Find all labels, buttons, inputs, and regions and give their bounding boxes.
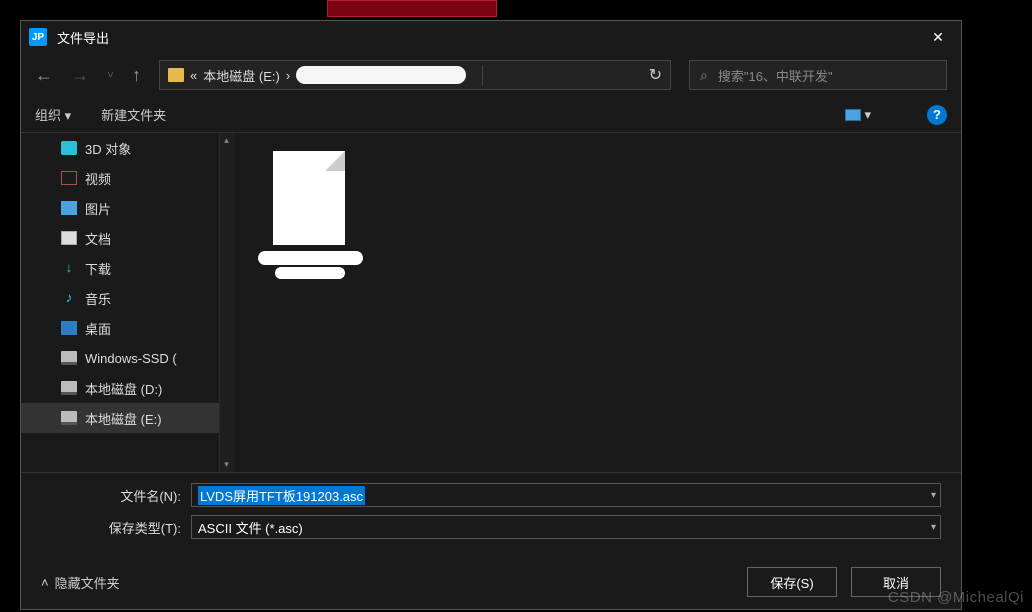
folder-icon — [168, 68, 184, 82]
sidebar-item-pictures[interactable]: 图片 — [21, 193, 234, 223]
organize-button[interactable]: 组织 ▾ — [35, 105, 71, 124]
help-button[interactable]: ? — [927, 105, 947, 125]
nav-back-button[interactable]: ← — [35, 65, 53, 86]
nav-forward-button[interactable]: → — [71, 65, 89, 86]
nav-bar: ← → ˅ ↑ « 本地磁盘 (E:) › ↻ ⌕ 搜索"16、中联开发" — [21, 53, 961, 97]
file-export-dialog: JP 文件导出 ✕ ← → ˅ ↑ « 本地磁盘 (E:) › ↻ ⌕ 搜索"1… — [20, 20, 962, 610]
sidebar-scrollbar[interactable] — [219, 133, 234, 472]
sidebar-item-downloads[interactable]: ↓ 下载 — [21, 253, 234, 283]
picture-icon — [61, 201, 77, 215]
close-button[interactable]: ✕ — [915, 21, 961, 53]
disk-icon — [61, 351, 77, 365]
body-area: ▴ ▾ 3D 对象 视频 图片 文档 ↓ 下载 — [21, 133, 961, 472]
dialog-title: 文件导出 — [57, 28, 109, 47]
download-icon: ↓ — [61, 261, 77, 275]
sidebar-item-label: 视频 — [85, 169, 111, 188]
filetype-select[interactable]: ASCII 文件 (*.asc) ▾ — [191, 515, 941, 539]
sidebar-item-disk-e[interactable]: 本地磁盘 (E:) — [21, 403, 234, 433]
sidebar-item-label: 本地磁盘 (D:) — [85, 379, 162, 398]
file-icon — [273, 151, 345, 245]
sidebar: ▴ ▾ 3D 对象 视频 图片 文档 ↓ 下载 — [21, 133, 234, 472]
background-strip — [327, 0, 497, 17]
sidebar-item-label: 3D 对象 — [85, 139, 131, 158]
sidebar-item-3d-objects[interactable]: 3D 对象 — [21, 133, 234, 163]
sidebar-item-label: 文档 — [85, 229, 111, 248]
filename-input[interactable]: LVDS屏用TFT板191203.asc ▾ — [191, 483, 941, 507]
desktop-icon — [61, 321, 77, 335]
sidebar-item-label: 图片 — [85, 199, 111, 218]
footer: ˄ 隐藏文件夹 保存(S) 取消 — [21, 555, 961, 609]
chevron-up-icon: ˄ — [41, 575, 49, 590]
sidebar-item-label: 音乐 — [85, 289, 111, 308]
sidebar-item-disk-d[interactable]: 本地磁盘 (D:) — [21, 373, 234, 403]
new-folder-button[interactable]: 新建文件夹 — [101, 105, 166, 124]
sidebar-scroll-up[interactable]: ▴ — [219, 133, 234, 148]
toolbar: 组织 ▾ 新建文件夹 ▾ ? — [21, 97, 961, 133]
chevron-down-icon[interactable]: ▾ — [931, 490, 936, 501]
file-item[interactable]: LV — [254, 151, 364, 267]
music-icon: ♪ — [61, 291, 77, 305]
cube-icon — [61, 141, 77, 155]
filetype-row: 保存类型(T): ASCII 文件 (*.asc) ▾ — [41, 515, 941, 539]
nav-recent-button[interactable]: ˅ — [107, 68, 114, 82]
file-label: LV — [254, 251, 364, 267]
path-redacted — [296, 66, 466, 84]
view-mode-button[interactable]: ▾ — [845, 107, 871, 123]
sidebar-item-label: 本地磁盘 (E:) — [85, 409, 162, 428]
disk-icon — [61, 411, 77, 425]
search-box[interactable]: ⌕ 搜索"16、中联开发" — [689, 60, 947, 90]
sidebar-item-windows-ssd[interactable]: Windows-SSD ( — [21, 343, 234, 373]
sidebar-item-label: Windows-SSD ( — [85, 351, 177, 366]
titlebar: JP 文件导出 ✕ — [21, 21, 961, 53]
refresh-button[interactable]: ↻ — [649, 65, 662, 85]
sidebar-item-label: 桌面 — [85, 319, 111, 338]
disk-icon — [61, 381, 77, 395]
save-button[interactable]: 保存(S) — [747, 567, 837, 597]
filetype-label: 保存类型(T): — [41, 518, 191, 537]
picture-icon — [845, 109, 861, 121]
chevron-down-icon[interactable]: ▾ — [931, 522, 936, 533]
path-segment-1[interactable]: 本地磁盘 (E:) — [203, 66, 280, 85]
document-icon — [61, 231, 77, 245]
file-list-area[interactable]: LV — [234, 133, 961, 472]
path-prefix: « — [190, 68, 197, 83]
form-area: 文件名(N): LVDS屏用TFT板191203.asc ▾ 保存类型(T): … — [21, 472, 961, 555]
search-placeholder: 搜索"16、中联开发" — [718, 66, 833, 85]
sidebar-item-documents[interactable]: 文档 — [21, 223, 234, 253]
app-icon: JP — [29, 28, 47, 46]
filename-row: 文件名(N): LVDS屏用TFT板191203.asc ▾ — [41, 483, 941, 507]
sidebar-scroll-down[interactable]: ▾ — [219, 457, 234, 472]
hide-folders-link[interactable]: ˄ 隐藏文件夹 — [41, 573, 120, 592]
sidebar-item-desktop[interactable]: 桌面 — [21, 313, 234, 343]
filename-label: 文件名(N): — [41, 486, 191, 505]
search-icon: ⌕ — [700, 67, 708, 84]
sidebar-item-music[interactable]: ♪ 音乐 — [21, 283, 234, 313]
sidebar-item-videos[interactable]: 视频 — [21, 163, 234, 193]
cancel-button[interactable]: 取消 — [851, 567, 941, 597]
file-label-redacted — [250, 249, 370, 283]
path-divider — [482, 65, 483, 85]
video-icon — [61, 171, 77, 185]
path-separator: › — [286, 68, 290, 83]
path-box[interactable]: « 本地磁盘 (E:) › ↻ — [159, 60, 671, 90]
sidebar-item-label: 下载 — [85, 259, 111, 278]
nav-up-button[interactable]: ↑ — [132, 65, 141, 86]
